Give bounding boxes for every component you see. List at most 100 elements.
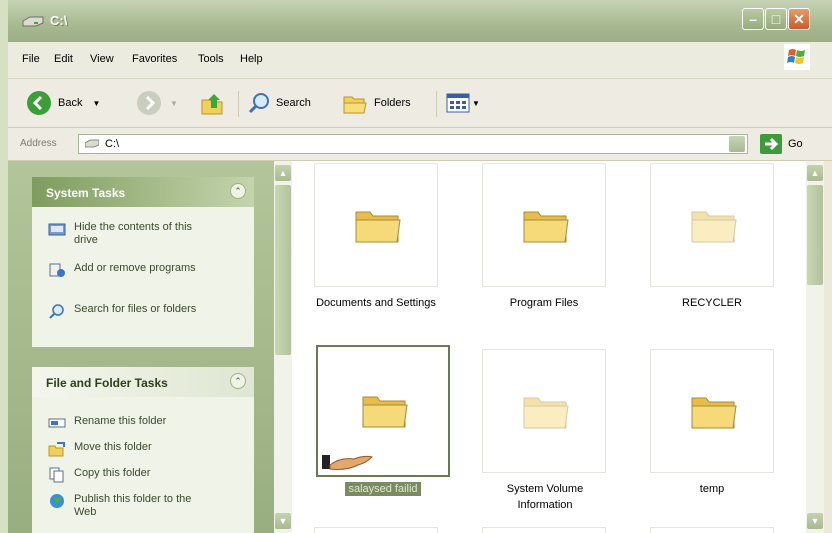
folder-name: Program Files: [509, 297, 579, 309]
menu-favorites[interactable]: Favorites: [132, 53, 177, 65]
folder-tile[interactable]: [650, 163, 774, 287]
views-button[interactable]: ▼: [446, 89, 480, 117]
folder-tile[interactable]: [482, 163, 606, 287]
task-label: Publish this folder to the Web: [74, 493, 192, 518]
search-icon: [49, 304, 64, 319]
system-tasks-title: System Tasks: [46, 186, 126, 200]
menu-bar: File Edit View Favorites Tools Help: [8, 42, 832, 79]
folder-tile[interactable]: [482, 349, 606, 473]
toolbar-separator: [436, 91, 437, 117]
folder-icon: [691, 397, 737, 429]
shared-hand-icon: [322, 455, 373, 470]
search-icon: [248, 93, 269, 114]
address-field[interactable]: C:\: [78, 134, 748, 154]
window-title: C:\: [50, 13, 68, 28]
folder-tile[interactable]: [650, 527, 774, 533]
close-icon: ✕: [793, 11, 805, 27]
views-grid-icon: [446, 93, 470, 113]
file-folder-tasks-panel: File and Folder Tasks ⌃ Rename this fold…: [32, 367, 254, 533]
search-button[interactable]: Search: [248, 89, 311, 117]
task-move-folder[interactable]: Move this folder: [48, 441, 152, 457]
folder-icon: [691, 211, 737, 243]
task-rename-folder[interactable]: Rename this folder: [48, 415, 166, 431]
maximize-icon: □: [771, 11, 781, 27]
address-dropdown-button[interactable]: [729, 136, 745, 152]
task-label: Add or remove programs: [74, 262, 196, 274]
close-button[interactable]: ✕: [788, 8, 810, 30]
scroll-up-icon[interactable]: ▲: [275, 165, 291, 181]
folder-name: salaysed failid: [345, 482, 421, 496]
address-path: C:\: [105, 138, 120, 150]
task-publish-folder[interactable]: Publish this folder to the Web: [48, 493, 214, 519]
folder-tile-selected[interactable]: [316, 345, 450, 477]
folder-label: temp: [627, 481, 797, 497]
folder-tile[interactable]: [314, 527, 438, 533]
system-tasks-header[interactable]: System Tasks ⌃: [32, 177, 254, 207]
task-search-files[interactable]: Search for files or folders: [48, 303, 204, 319]
title-bar[interactable]: C:\ – □ ✕: [8, 0, 832, 42]
file-folder-tasks-header[interactable]: File and Folder Tasks ⌃: [32, 367, 254, 397]
collapse-icon[interactable]: ⌃: [230, 373, 246, 389]
rename-icon: [48, 418, 66, 428]
scrollbar-thumb[interactable]: [275, 185, 291, 355]
menu-view[interactable]: View: [90, 53, 114, 65]
copy-icon: [49, 467, 64, 483]
menu-edit[interactable]: Edit: [54, 53, 73, 65]
task-pane: System Tasks ⌃ Hide the contents of this…: [8, 161, 274, 533]
scrollbar-thumb[interactable]: [807, 185, 823, 285]
minimize-button[interactable]: –: [742, 8, 764, 30]
file-folder-tasks-title: File and Folder Tasks: [46, 376, 168, 390]
folder-label: Documents and Settings: [292, 295, 461, 311]
folder-name: System Volume Information: [506, 483, 584, 511]
task-hide-drive-contents[interactable]: Hide the contents of this drive: [48, 221, 214, 247]
folder-tile[interactable]: [482, 527, 606, 533]
folder-tile[interactable]: [314, 163, 438, 287]
forward-button[interactable]: ▼: [136, 89, 178, 117]
folder-label-selected: salaysed failid: [298, 481, 468, 497]
folders-button[interactable]: Folders: [342, 89, 411, 117]
windows-logo-icon: [784, 44, 810, 70]
folders-label: Folders: [374, 97, 411, 109]
menu-tools[interactable]: Tools: [198, 53, 224, 65]
back-button[interactable]: Back ▼: [26, 89, 100, 117]
scroll-down-icon[interactable]: ▼: [807, 513, 823, 529]
back-arrow-icon: [27, 91, 51, 115]
system-tasks-panel: System Tasks ⌃ Hide the contents of this…: [32, 177, 254, 347]
task-copy-folder[interactable]: Copy this folder: [48, 467, 150, 483]
globe-icon: [50, 494, 64, 508]
task-label: Hide the contents of this drive: [74, 221, 193, 246]
add-remove-programs-icon: [49, 263, 65, 277]
folder-view-scrollbar[interactable]: ▲ ▼: [806, 161, 824, 533]
scroll-down-icon[interactable]: ▼: [275, 513, 291, 529]
forward-arrow-icon: [137, 91, 161, 115]
folder-view: Documents and Settings Program Files REC…: [292, 161, 806, 533]
menu-file[interactable]: File: [22, 53, 40, 65]
folder-icon: [355, 211, 401, 243]
drive-icon: [85, 139, 99, 148]
task-pane-scrollbar[interactable]: ▲ ▼: [274, 161, 292, 533]
maximize-button[interactable]: □: [765, 8, 787, 30]
folders-icon: [343, 96, 367, 114]
menu-help[interactable]: Help: [240, 53, 263, 65]
back-label: Back: [58, 97, 83, 109]
folder-label: RECYCLER: [627, 295, 797, 311]
folder-tile[interactable]: [650, 349, 774, 473]
move-icon: [48, 442, 65, 457]
task-label: Search for files or folders: [74, 303, 197, 315]
collapse-icon[interactable]: ⌃: [230, 183, 246, 199]
up-folder-button[interactable]: [200, 89, 226, 117]
explorer-window: C:\ – □ ✕ File Edit View Favorites Tools…: [8, 0, 832, 533]
hide-contents-icon: [48, 223, 66, 236]
task-add-remove-programs[interactable]: Add or remove programs: [48, 262, 204, 278]
views-dropdown-icon: ▼: [472, 98, 480, 108]
forward-dropdown-icon[interactable]: ▼: [170, 99, 178, 108]
scroll-up-icon[interactable]: ▲: [807, 165, 823, 181]
go-arrow-icon[interactable]: [760, 134, 782, 154]
folder-name: temp: [699, 483, 725, 495]
task-label: Copy this folder: [74, 467, 151, 479]
folder-label: Program Files: [459, 295, 629, 311]
go-button[interactable]: Go: [788, 138, 803, 150]
toolbar-separator: [238, 91, 239, 117]
folder-icon: [362, 396, 408, 428]
back-dropdown-icon[interactable]: ▼: [92, 99, 100, 108]
